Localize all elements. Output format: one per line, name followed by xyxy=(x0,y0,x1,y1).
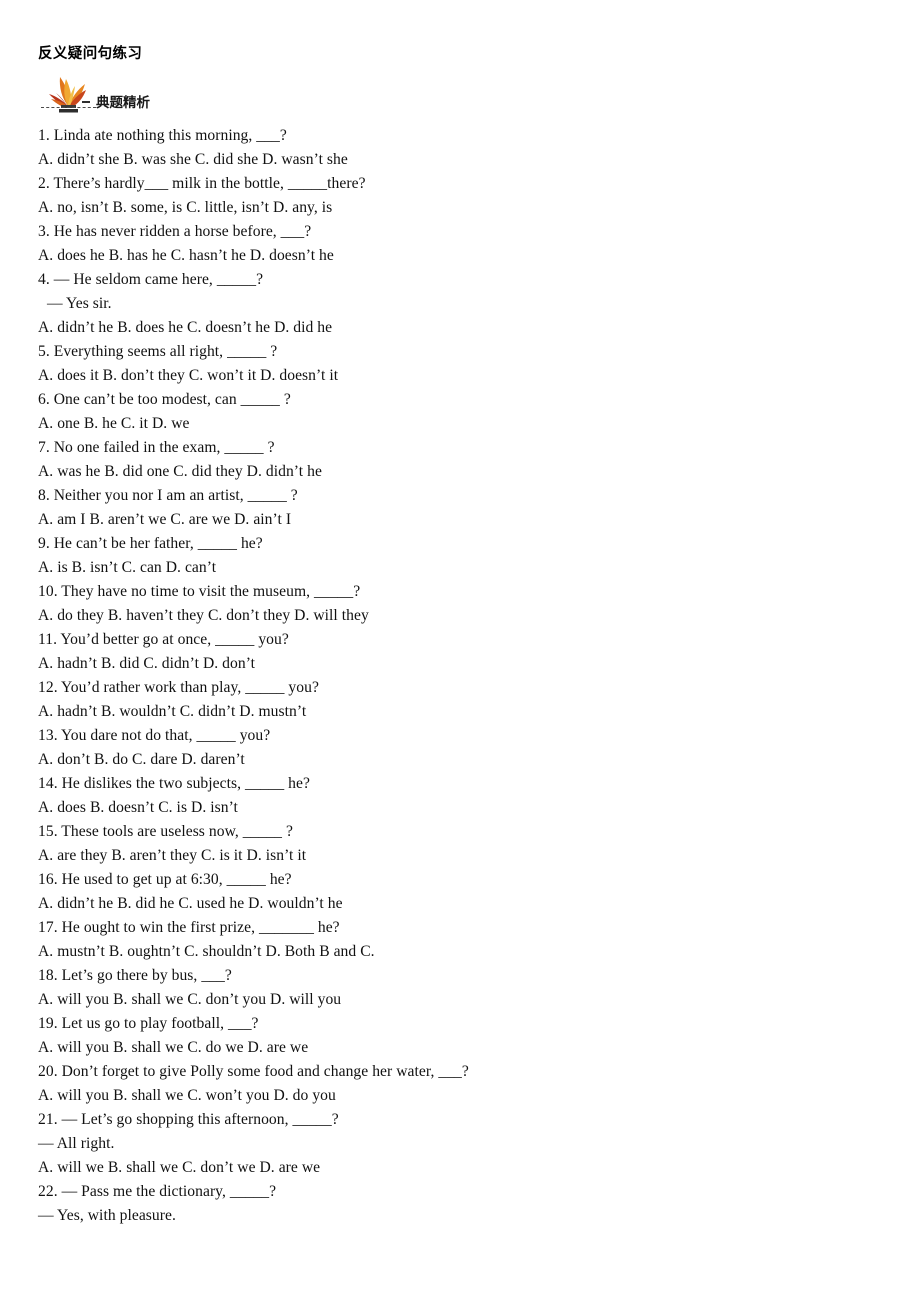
q21-stem: 21. — Let’s go shopping this afternoon, … xyxy=(38,1111,339,1128)
q15-stem: 15. These tools are useless now, _____ ? xyxy=(38,823,293,840)
q14-stem: 14. He dislikes the two subjects, _____ … xyxy=(38,775,310,792)
q17-opts: A. mustn’t B. oughtn’t C. shouldn’t D. B… xyxy=(38,943,375,960)
q13-stem: 13. You dare not do that, _____ you? xyxy=(38,727,271,744)
page-title: 反义疑问句练习 xyxy=(38,46,143,62)
q20-stem: 20. Don’t forget to give Polly some food… xyxy=(38,1063,469,1080)
q20-opts: A. will you B. shall we C. won’t you D. … xyxy=(38,1087,336,1104)
q22-stem: 22. — Pass me the dictionary, _____? xyxy=(38,1183,277,1200)
q11-opts: A. hadn’t B. did C. didn’t D. don’t xyxy=(38,655,256,672)
q11-stem: 11. You’d better go at once, _____ you? xyxy=(38,631,289,648)
document-page: 反义疑问句练习 典题精析 1. Linda ate nothing this m… xyxy=(0,0,920,1302)
q18-stem: 18. Let’s go there by bus, ___? xyxy=(38,967,232,984)
q3-stem: 3. He has never ridden a horse before, _… xyxy=(38,223,312,240)
q1-stem: 1. Linda ate nothing this morning, ___? xyxy=(38,127,287,144)
q12-opts: A. hadn’t B. wouldn’t C. didn’t D. mustn… xyxy=(38,703,307,720)
q17-stem: 17. He ought to win the first prize, ___… xyxy=(38,919,340,936)
logo-dashed-underline xyxy=(41,107,96,108)
q19-stem: 19. Let us go to play football, ___? xyxy=(38,1015,259,1032)
q2-opts: A. no, isn’t B. some, is C. little, isn’… xyxy=(38,199,333,216)
q6-opts: A. one B. he C. it D. we xyxy=(38,415,190,432)
q7-stem: 7. No one failed in the exam, _____ ? xyxy=(38,439,275,456)
q19-opts: A. will you B. shall we C. do we D. are … xyxy=(38,1039,309,1056)
q6-stem: 6. One can’t be too modest, can _____ ? xyxy=(38,391,291,408)
q9-opts: A. is B. isn’t C. can D. can’t xyxy=(38,559,217,576)
q9-stem: 9. He can’t be her father, _____ he? xyxy=(38,535,263,552)
q21-reply: — All right. xyxy=(38,1135,115,1152)
q22-reply: — Yes, with pleasure. xyxy=(38,1207,176,1224)
q21-opts: A. will we B. shall we C. don’t we D. ar… xyxy=(38,1159,321,1176)
q8-stem: 8. Neither you nor I am an artist, _____… xyxy=(38,487,298,504)
q1-opts: A. didn’t she B. was she C. did she D. w… xyxy=(38,151,348,168)
q10-stem: 10. They have no time to visit the museu… xyxy=(38,583,361,600)
q5-stem: 5. Everything seems all right, _____ ? xyxy=(38,343,278,360)
q3-opts: A. does he B. has he C. hasn’t he D. doe… xyxy=(38,247,334,264)
q4-reply: — Yes sir. xyxy=(47,295,112,312)
q4-stem: 4. — He seldom came here, _____? xyxy=(38,271,264,288)
section-heading: 典题精析 xyxy=(38,72,880,118)
section-label: 典题精析 xyxy=(96,95,150,111)
q16-stem: 16. He used to get up at 6:30, _____ he? xyxy=(38,871,292,888)
q16-opts: A. didn’t he B. did he C. used he D. wou… xyxy=(38,895,343,912)
q12-stem: 12. You’d rather work than play, _____ y… xyxy=(38,679,319,696)
q15-opts: A. are they B. aren’t they C. is it D. i… xyxy=(38,847,307,864)
q8-opts: A. am I B. aren’t we C. are we D. ain’t … xyxy=(38,511,292,528)
q7-opts: A. was he B. did one C. did they D. didn… xyxy=(38,463,322,480)
q18-opts: A. will you B. shall we C. don’t you D. … xyxy=(38,991,342,1008)
q2-stem: 2. There’s hardly___ milk in the bottle,… xyxy=(38,175,366,192)
q4-opts: A. didn’t he B. does he C. doesn’t he D.… xyxy=(38,319,333,336)
q14-opts: A. does B. doesn’t C. is D. isn’t xyxy=(38,799,238,816)
q10-opts: A. do they B. haven’t they C. don’t they… xyxy=(38,607,369,624)
exercise-lines: 1. Linda ate nothing this morning, ___? A… xyxy=(38,124,880,1228)
q5-opts: A. does it B. don’t they C. won’t it D. … xyxy=(38,367,339,384)
q13-opts: A. don’t B. do C. dare D. daren’t xyxy=(38,751,245,768)
